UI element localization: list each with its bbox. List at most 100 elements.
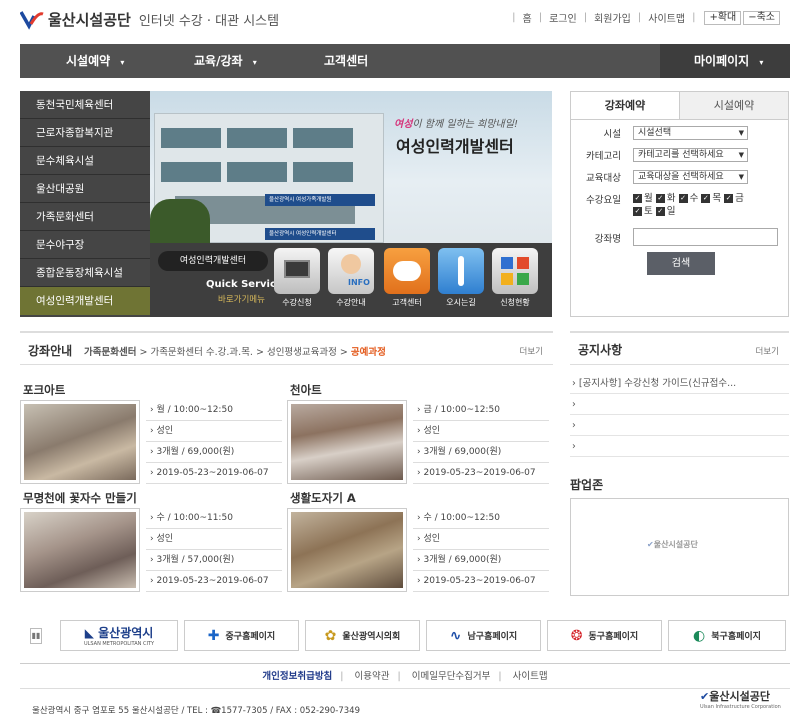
rocket-icon[interactable] (438, 248, 484, 294)
link-junggu[interactable]: ✚ 중구홈페이지 (184, 620, 299, 651)
course-card[interactable]: 생활도자기 A › 수 / 10:00~12:50 › 성인 › 3개월 / 6… (287, 490, 552, 598)
course-photo[interactable] (20, 400, 140, 484)
util-home-link[interactable]: 홈 (523, 10, 532, 25)
quick-directions-label[interactable]: 오시는길 (433, 297, 489, 308)
checkbox-fri[interactable]: ✓ (724, 194, 734, 203)
nav-customer-center[interactable]: 고객센터 (324, 44, 368, 78)
course-title[interactable]: 포크아트 (23, 382, 65, 398)
course-time: › 수 / 10:00~11:50 (146, 508, 282, 529)
checkbox-tue[interactable]: ✓ (655, 194, 665, 203)
email-refusal-link[interactable]: 이메일무단수집거부 (412, 671, 491, 682)
quick-guide-label[interactable]: 수강안내 (323, 297, 379, 308)
course-title[interactable]: 천아트 (290, 382, 322, 398)
booking-panel: 강좌예약 시설예약 시설 시설선택 카테고리 카테고리를 선택하세요 교육대상 … (570, 91, 789, 317)
main-nav: 시설예약 ▾ 교육/강좌 ▾ 고객센터 마이페이지 ▾ (20, 44, 790, 78)
target-select[interactable]: 교육대상을 선택하세요 (633, 170, 748, 184)
course-more-link[interactable]: 더보기 (520, 345, 543, 357)
footer-sitemap-link[interactable]: 사이트맵 (513, 671, 548, 682)
notice-header: 공지사항 더보기 (570, 331, 789, 365)
side-item-dongcheon[interactable]: 동천국민체육센터 (20, 91, 150, 119)
course-section-title: 강좌안내 (28, 344, 73, 358)
banner-title: 여성인력개발센터 (396, 137, 514, 156)
course-card[interactable]: 무명천에 꽃자수 만들기 › 수 / 10:00~11:50 › 성인 › 3개… (20, 490, 285, 598)
notice-item[interactable]: › (570, 416, 789, 436)
checkbox-sat[interactable]: ✓ (633, 207, 642, 216)
nav-education[interactable]: 교육/강좌 ▾ (194, 44, 257, 78)
quick-customer-label[interactable]: 고객센터 (379, 297, 435, 308)
checkbox-thu[interactable]: ✓ (701, 194, 711, 203)
popup-zone-title: 팝업존 (570, 478, 604, 492)
search-button[interactable]: 검색 (647, 252, 715, 275)
chat-icon[interactable] (384, 248, 430, 294)
link-donggu[interactable]: ❂ 동구홈페이지 (547, 620, 662, 651)
zoom-in-button[interactable]: +확대 (704, 10, 742, 25)
pause-icon[interactable]: ▮▮ (30, 628, 42, 644)
main-banner: 울산광역시 여성가족개발원 울산광역시 여성인력개발센터 여성이 함께 일하는 … (150, 91, 552, 317)
zoom-out-button[interactable]: −축소 (743, 10, 780, 25)
notice-item[interactable]: › (570, 437, 789, 457)
course-period: › 2019-05-23~2019-06-07 (146, 463, 282, 484)
chevron-down-icon: ▾ (759, 58, 764, 67)
util-join-link[interactable]: 회원가입 (594, 10, 631, 25)
side-item-stadium[interactable]: 종합운동장체육시설 (20, 259, 150, 287)
donggu-logo-icon: ❂ (570, 627, 583, 644)
link-city-council[interactable]: ✿ 울산광역시의회 (305, 620, 420, 651)
link-namgu[interactable]: ∿ 남구홈페이지 (426, 620, 541, 651)
related-links: ▮▮ ◣ 울산광역시 ULSAN METROPOLITAN CITY ✚ 중구홈페… (20, 620, 790, 654)
course-period: › 2019-05-23~2019-06-07 (146, 571, 282, 592)
link-bukgu[interactable]: ◐ 북구홈페이지 (668, 620, 786, 651)
notice-item[interactable]: › [공지사항] 수강신청 가이드(신규접수... (570, 374, 789, 394)
tab-course-booking[interactable]: 강좌예약 (571, 92, 680, 119)
course-title[interactable]: 무명천에 꽃자수 만들기 (23, 490, 137, 506)
checkbox-sun[interactable]: ✓ (655, 207, 665, 216)
course-photo[interactable] (287, 508, 407, 592)
course-fee: › 3개월 / 69,000(원) (413, 550, 549, 571)
side-item-munsu-baseball[interactable]: 문수야구장 (20, 231, 150, 259)
course-period: › 2019-05-23~2019-06-07 (413, 463, 549, 484)
apps-icon[interactable] (492, 248, 538, 294)
tab-facility-booking[interactable]: 시설예약 (680, 92, 788, 119)
side-item-munsu-sports[interactable]: 문수체육시설 (20, 147, 150, 175)
util-sitemap-link[interactable]: 사이트맵 (648, 10, 685, 25)
util-login-link[interactable]: 로그인 (549, 10, 577, 25)
label-facility: 시설 (603, 129, 621, 140)
course-name-input[interactable] (633, 228, 778, 246)
facility-select[interactable]: 시설선택 (633, 126, 748, 140)
sign-bottom: 울산광역시 여성인력개발센터 (265, 228, 375, 240)
quick-register-label[interactable]: 수강신청 (269, 297, 325, 308)
course-card[interactable]: 포크아트 › 월 / 10:00~12:50 › 성인 › 3개월 / 69,0… (20, 382, 285, 490)
course-target: › 성인 (146, 529, 282, 550)
side-item-grand-park[interactable]: 울산대공원 (20, 175, 150, 203)
popup-zone[interactable]: ✔울산시설공단 (570, 498, 789, 596)
terms-link[interactable]: 이용약관 (355, 671, 390, 682)
side-item-women-center[interactable]: 여성인력개발센터 (20, 287, 150, 315)
center-pill[interactable]: 여성인력개발센터 (158, 251, 268, 271)
junggu-logo-icon: ✚ (207, 627, 220, 644)
course-time: › 수 / 10:00~12:50 (413, 508, 549, 529)
notice-item[interactable]: › (570, 395, 789, 415)
header: 울산시설공단 인터넷 수강 · 대관 시스템 | 홈 | 로그인 | 회원가입 | 사… (0, 0, 800, 44)
bukgu-logo-icon: ◐ (693, 627, 706, 644)
checkbox-wed[interactable]: ✓ (678, 194, 688, 203)
link-ulsan-city[interactable]: ◣ 울산광역시 ULSAN METROPOLITAN CITY (60, 620, 178, 651)
quick-service-title: Quick Service (206, 279, 283, 290)
course-photo[interactable] (287, 400, 407, 484)
course-photo[interactable] (20, 508, 140, 592)
course-card[interactable]: 천아트 › 금 / 10:00~12:50 › 성인 › 3개월 / 69,00… (287, 382, 552, 490)
quick-service-bar: 여성인력개발센터 Quick Service 바로가기메뉴 수강신청 INFO … (150, 243, 552, 317)
notice-more-link[interactable]: 더보기 (756, 345, 779, 357)
checkbox-mon[interactable]: ✓ (633, 194, 642, 203)
register-icon[interactable] (274, 248, 320, 294)
site-logo[interactable]: 울산시설공단 인터넷 수강 · 대관 시스템 (20, 8, 279, 30)
nav-facility-booking[interactable]: 시설예약 ▾ (66, 44, 124, 78)
quick-status-label[interactable]: 신청현황 (487, 297, 543, 308)
side-item-workers-welfare[interactable]: 근로자종합복지관 (20, 119, 150, 147)
nav-mypage[interactable]: 마이페이지 ▾ (694, 44, 763, 78)
side-item-family-culture[interactable]: 가족문화센터 (20, 203, 150, 231)
course-target: › 성인 (413, 529, 549, 550)
course-title[interactable]: 생활도자기 A (290, 490, 356, 506)
notice-title: 공지사항 (578, 343, 623, 357)
privacy-policy-link[interactable]: 개인정보취급방침 (262, 671, 332, 682)
category-select[interactable]: 카테고리를 선택하세요 (633, 148, 748, 162)
guide-icon[interactable]: INFO (328, 248, 374, 294)
